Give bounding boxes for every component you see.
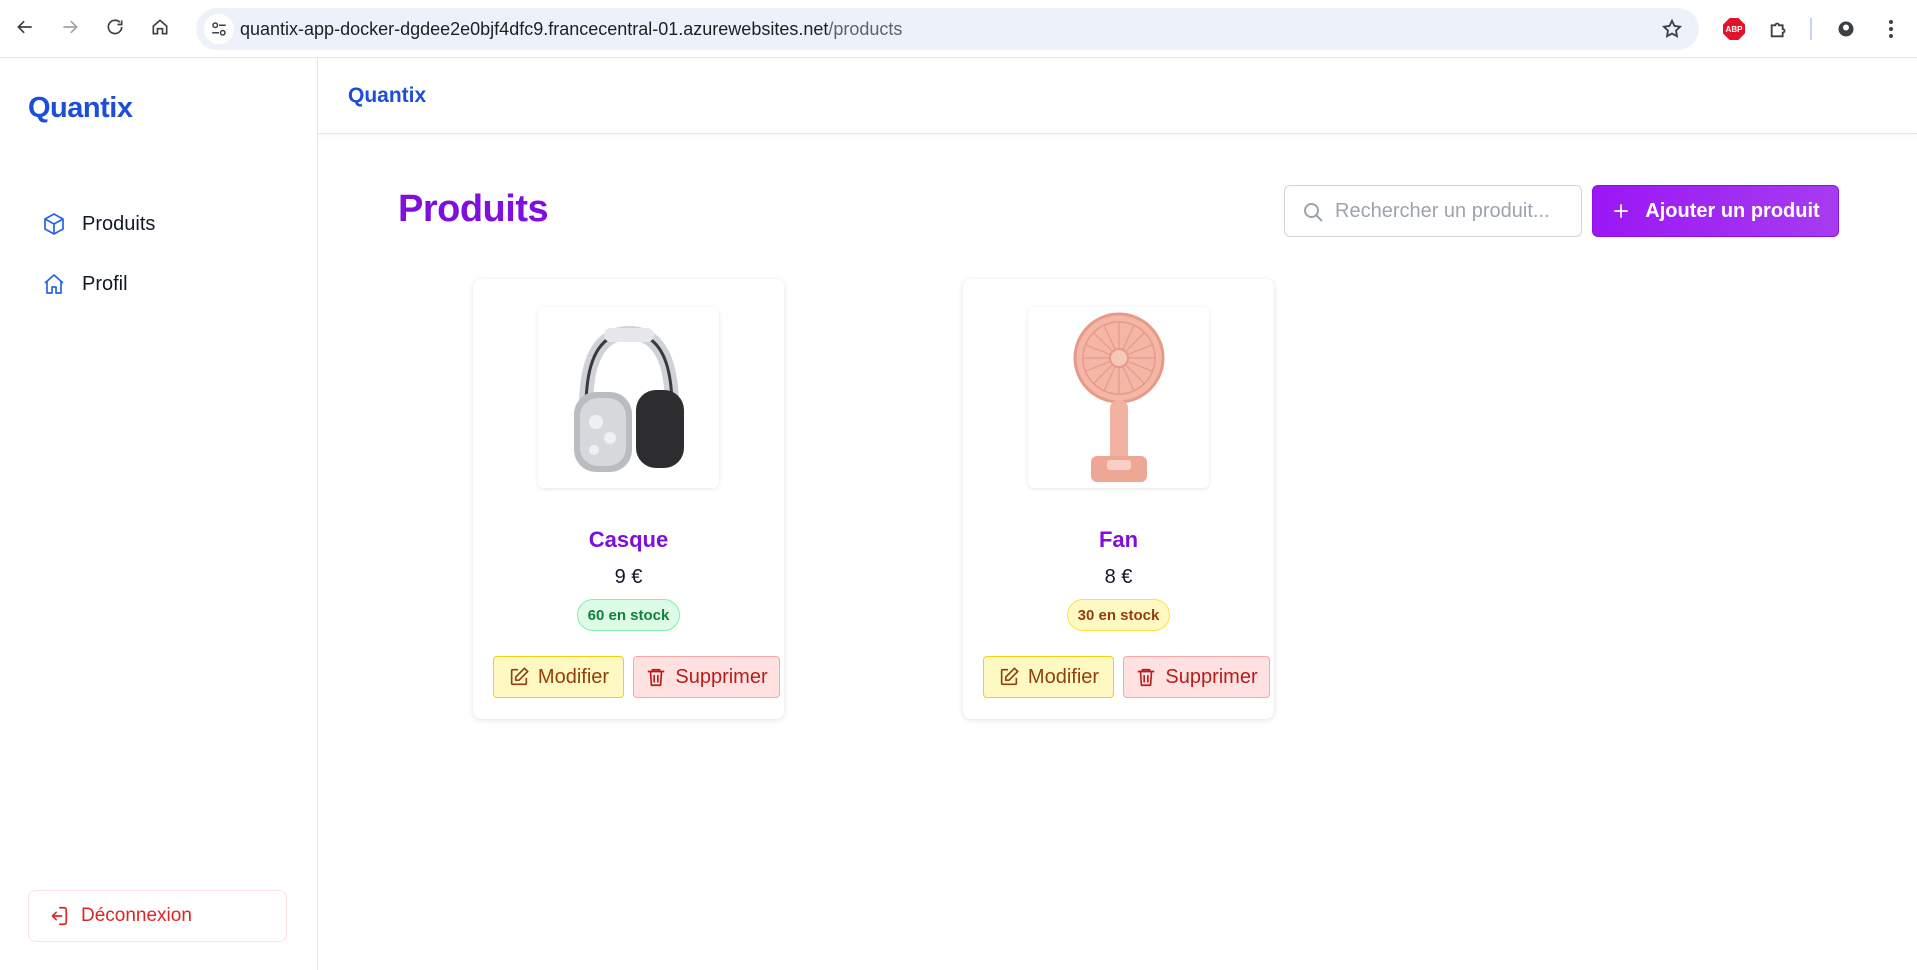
edit-product-button[interactable]: Modifier <box>493 656 624 698</box>
search-input[interactable] <box>1335 186 1575 236</box>
puzzle-icon <box>1770 22 1786 38</box>
trash-icon <box>1138 668 1155 687</box>
cube-icon <box>44 213 64 235</box>
bookmark-star-icon[interactable] <box>1661 18 1683 40</box>
sidebar-brand[interactable]: Quantix <box>28 92 133 125</box>
fan-image <box>1073 312 1164 482</box>
arrow-left-icon <box>17 20 32 34</box>
top-header: Quantix <box>318 58 1917 134</box>
product-card: Casque 9 € 60 en stock Modifier Supprime… <box>473 279 784 719</box>
logout-label: Déconnexion <box>81 905 192 926</box>
home-icon <box>152 19 168 35</box>
product-price: 8 € <box>1104 566 1133 588</box>
sidebar: Quantix Produits Profil Déconnexion <box>0 58 318 970</box>
product-image-headphones <box>538 307 719 488</box>
reload-icon <box>107 19 123 35</box>
stock-badge: 60 en stock <box>576 599 681 631</box>
stock-badge-wrapper: 30 en stock <box>963 599 1274 631</box>
arrow-right-icon <box>63 20 78 34</box>
avatar-icon <box>1838 21 1854 37</box>
delete-label: Supprimer <box>1165 665 1258 688</box>
plus-icon <box>1614 204 1628 218</box>
product-price: 9 € <box>614 566 643 588</box>
headphones-image <box>573 325 684 472</box>
toolbar-divider <box>1810 18 1812 40</box>
url-path: /products <box>828 19 903 39</box>
logout-button[interactable]: Déconnexion <box>28 890 287 942</box>
product-card: Fan 8 € 30 en stock Modifier Supprimer <box>963 279 1274 719</box>
edit-product-button[interactable]: Modifier <box>983 656 1114 698</box>
edit-label: Modifier <box>537 665 610 688</box>
browser-toolbar: quantix-app-docker-dgdee2e0bjf4dfc9.fran… <box>0 0 1917 58</box>
search-box <box>1284 185 1582 237</box>
sidebar-item-label: Profil <box>82 272 128 295</box>
sidebar-item-produits[interactable]: Produits <box>42 204 282 244</box>
tune-icon <box>212 22 226 36</box>
edit-label: Modifier <box>1027 665 1100 688</box>
url-host: quantix-app-docker-dgdee2e0bjf4dfc9.fran… <box>240 19 829 39</box>
delete-label: Supprimer <box>675 665 768 688</box>
forward-button[interactable] <box>55 12 85 42</box>
edit-icon <box>510 667 529 686</box>
product-name: Fan <box>1098 527 1139 552</box>
back-button[interactable] <box>10 12 40 42</box>
stock-badge: 30 en stock <box>1066 599 1171 631</box>
delete-product-button[interactable]: Supprimer <box>633 656 780 698</box>
adblock-extension-button[interactable]: ABP <box>1722 17 1746 41</box>
stock-badge-wrapper: 60 en stock <box>473 599 784 631</box>
more-vertical-icon <box>1889 20 1893 38</box>
logout-icon <box>51 906 68 926</box>
sidebar-item-profil[interactable]: Profil <box>42 264 282 304</box>
profile-button[interactable] <box>1834 17 1858 41</box>
product-image-fan <box>1028 307 1209 488</box>
url-text: quantix-app-docker-dgdee2e0bjf4dfc9.fran… <box>240 19 902 40</box>
page-title: Produits <box>398 188 549 230</box>
address-bar[interactable]: quantix-app-docker-dgdee2e0bjf4dfc9.fran… <box>196 8 1699 50</box>
delete-product-button[interactable]: Supprimer <box>1123 656 1270 698</box>
edit-icon <box>1000 667 1019 686</box>
home-icon <box>44 274 64 294</box>
product-name: Casque <box>588 527 669 552</box>
site-info-button[interactable] <box>204 14 234 44</box>
browser-menu-button[interactable] <box>1879 17 1903 41</box>
add-product-label: Ajouter un produit <box>1645 199 1820 222</box>
reload-button[interactable] <box>100 12 130 42</box>
sidebar-item-label: Produits <box>82 212 156 235</box>
adblock-icon: ABP <box>1723 18 1745 40</box>
home-button[interactable] <box>145 12 175 42</box>
extensions-button[interactable] <box>1767 17 1791 41</box>
trash-icon <box>648 668 665 687</box>
header-brand[interactable]: Quantix <box>348 84 426 108</box>
add-product-button[interactable]: Ajouter un produit <box>1592 185 1839 237</box>
search-icon <box>1304 203 1323 222</box>
